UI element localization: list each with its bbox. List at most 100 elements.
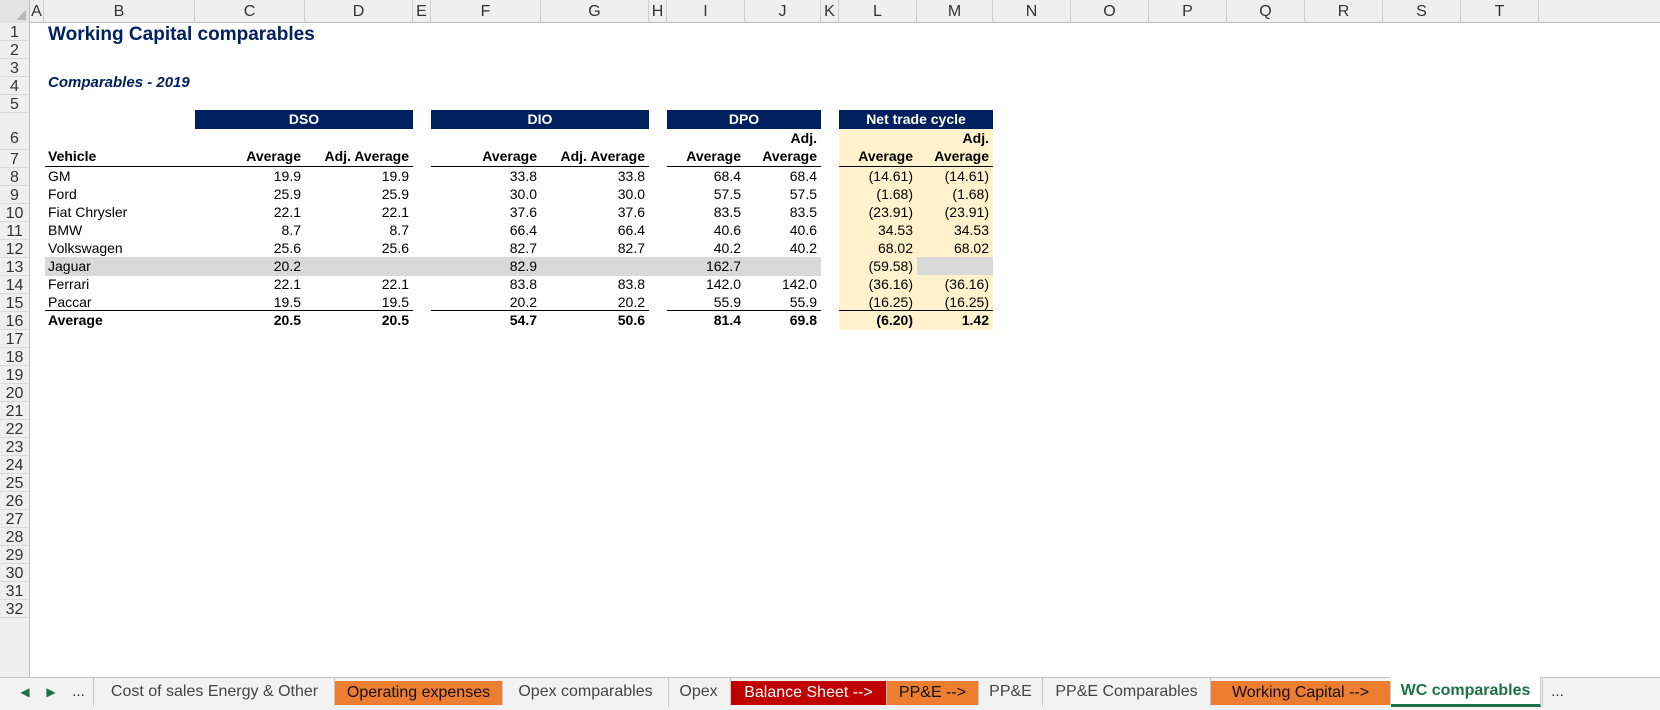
group-header-dpo[interactable]: DPO xyxy=(667,110,821,129)
row-5-dio-adj[interactable] xyxy=(541,257,649,276)
row-header-15[interactable]: 15 xyxy=(0,294,29,312)
dpo-adj-header-line1[interactable]: Adj. xyxy=(745,129,821,148)
column-header-9[interactable]: J xyxy=(745,0,821,23)
dpo-adj-average-header[interactable]: Average xyxy=(745,147,821,166)
row-4-dso[interactable]: 25.6 xyxy=(195,239,305,258)
average-row-ntc-adj[interactable]: 1.42 xyxy=(917,311,993,330)
next-sheet-arrow-icon[interactable]: ▶ xyxy=(42,678,60,706)
more-sheets-right[interactable]: ... xyxy=(1542,678,1572,706)
column-header-1[interactable]: B xyxy=(44,0,195,23)
row-1-name[interactable]: Ford xyxy=(45,185,195,204)
dio-average-header[interactable]: Average xyxy=(431,147,541,166)
column-header-15[interactable]: P xyxy=(1149,0,1227,23)
row-header-13[interactable]: 13 xyxy=(0,258,29,276)
row-0-ntc[interactable]: (14.61) xyxy=(839,167,917,186)
row-6-ntc[interactable]: (36.16) xyxy=(839,275,917,294)
row-0-name[interactable]: GM xyxy=(45,167,195,186)
row-2-ntc[interactable]: (23.91) xyxy=(839,203,917,222)
row-3-ntc-adj[interactable]: 34.53 xyxy=(917,221,993,240)
row-6-dio[interactable]: 83.8 xyxy=(431,275,541,294)
row-header-27[interactable]: 27 xyxy=(0,510,29,528)
row-4-ntc-adj[interactable]: 68.02 xyxy=(917,239,993,258)
column-header-5[interactable]: F xyxy=(431,0,541,23)
column-header-3[interactable]: D xyxy=(305,0,413,23)
average-row-ntc[interactable]: (6.20) xyxy=(839,311,917,330)
row-header-8[interactable]: 8 xyxy=(0,168,29,186)
more-sheets-left[interactable]: ... xyxy=(64,678,94,706)
row-4-dso-adj[interactable]: 25.6 xyxy=(305,239,413,258)
column-header-17[interactable]: R xyxy=(1305,0,1383,23)
sheet-tab-0[interactable]: Cost of sales Energy & Other xyxy=(95,678,335,706)
row-header-20[interactable]: 20 xyxy=(0,384,29,402)
sheet-subtitle[interactable]: Comparables - 2019 xyxy=(45,73,190,92)
row-3-name[interactable]: BMW xyxy=(45,221,195,240)
average-row-dpo[interactable]: 81.4 xyxy=(667,311,745,330)
row-header-28[interactable]: 28 xyxy=(0,528,29,546)
group-header-net-trade-cycle[interactable]: Net trade cycle xyxy=(839,110,993,129)
row-6-ntc-adj[interactable]: (36.16) xyxy=(917,275,993,294)
row-2-ntc-adj[interactable]: (23.91) xyxy=(917,203,993,222)
average-row-dpo-adj[interactable]: 69.8 xyxy=(745,311,821,330)
column-header-2[interactable]: C xyxy=(195,0,305,23)
sheet-tab-7[interactable]: PP&E Comparables xyxy=(1043,678,1211,706)
row-5-dpo-adj[interactable] xyxy=(745,257,821,276)
row-0-dio-adj[interactable]: 33.8 xyxy=(541,167,649,186)
average-row-dio[interactable]: 54.7 xyxy=(431,311,541,330)
row-2-name[interactable]: Fiat Chrysler xyxy=(45,203,195,222)
dpo-average-header[interactable]: Average xyxy=(667,147,745,166)
row-4-ntc[interactable]: 68.02 xyxy=(839,239,917,258)
vehicle-header[interactable]: Vehicle xyxy=(45,147,195,166)
row-0-ntc-adj[interactable]: (14.61) xyxy=(917,167,993,186)
row-header-5[interactable]: 5 xyxy=(0,95,29,113)
row-1-ntc[interactable]: (1.68) xyxy=(839,185,917,204)
row-header-7[interactable]: 7 xyxy=(0,150,29,168)
row-header-17[interactable]: 17 xyxy=(0,330,29,348)
column-header-18[interactable]: S xyxy=(1383,0,1461,23)
row-4-dio[interactable]: 82.7 xyxy=(431,239,541,258)
row-header-21[interactable]: 21 xyxy=(0,402,29,420)
row-3-dio[interactable]: 66.4 xyxy=(431,221,541,240)
row-header-24[interactable]: 24 xyxy=(0,456,29,474)
prev-sheet-arrow-icon[interactable]: ◀ xyxy=(16,678,34,706)
row-header-4[interactable]: 4 xyxy=(0,77,29,95)
row-1-dpo-adj[interactable]: 57.5 xyxy=(745,185,821,204)
row-4-dio-adj[interactable]: 82.7 xyxy=(541,239,649,258)
sheet-tab-6[interactable]: PP&E xyxy=(979,678,1043,706)
row-1-dpo[interactable]: 57.5 xyxy=(667,185,745,204)
row-5-dso[interactable]: 20.2 xyxy=(195,257,305,276)
column-header-6[interactable]: G xyxy=(541,0,649,23)
column-header-8[interactable]: I xyxy=(667,0,745,23)
row-3-ntc[interactable]: 34.53 xyxy=(839,221,917,240)
row-6-name[interactable]: Ferrari xyxy=(45,275,195,294)
column-header-13[interactable]: N xyxy=(993,0,1071,23)
worksheet-grid[interactable]: Working Capital comparables Comparables … xyxy=(30,23,1660,677)
row-header-3[interactable]: 3 xyxy=(0,59,29,77)
row-2-dpo-adj[interactable]: 83.5 xyxy=(745,203,821,222)
row-header-30[interactable]: 30 xyxy=(0,564,29,582)
row-1-dso[interactable]: 25.9 xyxy=(195,185,305,204)
row-6-dpo[interactable]: 142.0 xyxy=(667,275,745,294)
row-3-dio-adj[interactable]: 66.4 xyxy=(541,221,649,240)
column-header-7[interactable]: H xyxy=(649,0,667,23)
row-0-dpo[interactable]: 68.4 xyxy=(667,167,745,186)
row-1-dio-adj[interactable]: 30.0 xyxy=(541,185,649,204)
column-header-12[interactable]: M xyxy=(917,0,993,23)
row-6-dpo-adj[interactable]: 142.0 xyxy=(745,275,821,294)
row-header-26[interactable]: 26 xyxy=(0,492,29,510)
row-header-29[interactable]: 29 xyxy=(0,546,29,564)
row-6-dio-adj[interactable]: 83.8 xyxy=(541,275,649,294)
row-header-18[interactable]: 18 xyxy=(0,348,29,366)
row-5-dpo[interactable]: 162.7 xyxy=(667,257,745,276)
row-header-6[interactable]: 6 xyxy=(0,113,29,150)
row-header-31[interactable]: 31 xyxy=(0,582,29,600)
average-row-dso-adj[interactable]: 20.5 xyxy=(305,311,413,330)
group-header-dso[interactable]: DSO xyxy=(195,110,413,129)
row-header-16[interactable]: 16 xyxy=(0,312,29,330)
row-1-dso-adj[interactable]: 25.9 xyxy=(305,185,413,204)
row-0-dpo-adj[interactable]: 68.4 xyxy=(745,167,821,186)
sheet-title[interactable]: Working Capital comparables xyxy=(45,23,315,47)
group-header-dio[interactable]: DIO xyxy=(431,110,649,129)
row-header-9[interactable]: 9 xyxy=(0,186,29,204)
row-header-14[interactable]: 14 xyxy=(0,276,29,294)
column-header-14[interactable]: O xyxy=(1071,0,1149,23)
